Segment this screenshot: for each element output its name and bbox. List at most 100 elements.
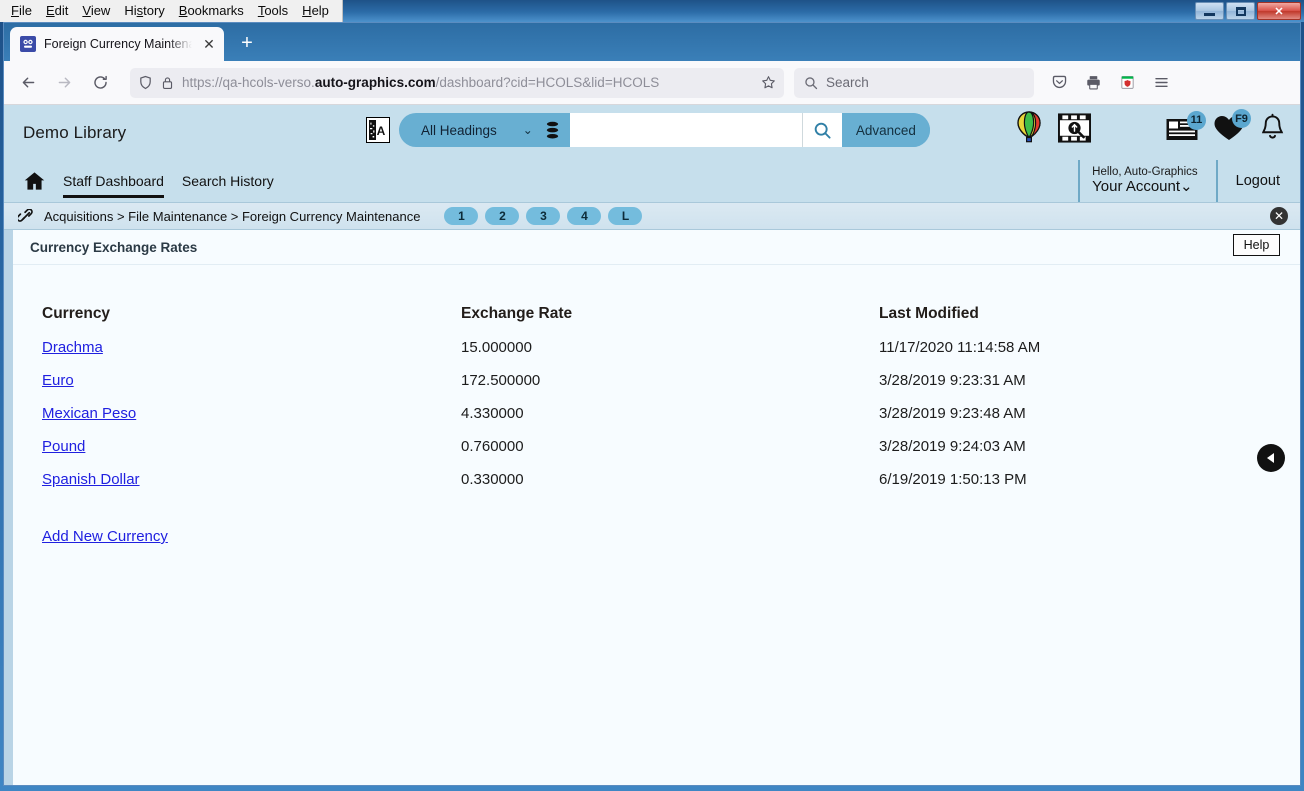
step-tab-3[interactable]: 3 [526,207,561,225]
step-tab-2[interactable]: 2 [485,207,520,225]
table-row: Drachma 15.000000 11/17/2020 11:14:58 AM [42,339,1040,372]
navigation-toolbar: https://qa-hcols-verso.auto-graphics.com… [4,61,1300,105]
breadcrumb-bar: Acquisitions > File Maintenance > Foreig… [4,202,1300,230]
currency-link[interactable]: Pound [42,438,85,455]
bookmark-star-icon[interactable] [761,75,776,90]
table-row: Euro 172.500000 3/28/2019 9:23:31 AM [42,372,1040,405]
image-search-icon[interactable] [1058,112,1091,144]
header-icon-group: 11 F9 [1014,109,1286,145]
search-submit-button[interactable] [801,113,842,147]
rates-table-wrapper: Currency Exchange Rate Last Modified Dra… [13,265,1300,546]
home-icon[interactable] [24,171,45,191]
forward-icon[interactable] [48,68,80,98]
toolbar-icons [1044,68,1176,98]
currency-link[interactable]: Euro [42,372,74,389]
my-lists-count-badge: 11 [1187,110,1206,130]
maximize-button[interactable] [1226,2,1255,20]
last-modified-value: 11/17/2020 11:14:58 AM [879,339,1041,356]
table-header-row: Currency Exchange Rate Last Modified [42,305,1040,339]
logout-button[interactable]: Logout [1215,160,1286,202]
help-button[interactable]: Help [1233,234,1280,256]
currency-link[interactable]: Mexican Peso [42,405,136,422]
menu-bookmarks[interactable]: Bookmarks [172,1,251,21]
menu-file[interactable]: File [4,1,39,21]
browser-search-box[interactable]: Search [794,67,1034,98]
window-controls: ✕ [1195,2,1301,20]
reload-icon[interactable] [84,68,116,98]
new-tab-button[interactable]: + [232,28,262,58]
menu-edit[interactable]: Edit [39,1,75,21]
page-title: Currency Exchange Rates [30,239,198,255]
currency-link[interactable]: Spanish Dollar [42,471,140,488]
url-text: https://qa-hcols-verso.auto-graphics.com… [182,75,660,90]
favorites-count-badge: F9 [1232,109,1251,128]
browser-tab[interactable]: Foreign Currency Maintenance ✕ [10,27,224,61]
balloon-icon[interactable] [1014,111,1044,145]
my-lists-icon[interactable]: 11 [1165,110,1206,142]
exchange-rate-value: 0.330000 [461,471,524,488]
table-row: Pound 0.760000 3/28/2019 9:24:03 AM [42,438,1040,471]
exchange-rate-value: 15.000000 [461,339,532,356]
search-shell: All Headings ⌄ Advanced [399,113,930,147]
chevron-down-icon: ⌄ [522,123,533,137]
currency-link[interactable]: Drachma [42,339,103,356]
account-zone: Hello, Auto-Graphics Your Account⌄ Logou… [1078,160,1286,202]
subnav-item-staff-dashboard[interactable]: Staff Dashboard [63,160,164,202]
tab-close-icon[interactable]: ✕ [200,35,218,53]
exchange-rate-value: 0.760000 [461,438,524,455]
tab-title: Foreign Currency Maintenance [44,37,192,51]
extension-icon[interactable] [1112,68,1142,98]
collapse-panel-button[interactable] [1257,444,1285,472]
add-new-currency-link[interactable]: Add New Currency [42,528,168,545]
breadcrumb-text: Acquisitions > File Maintenance > Foreig… [44,208,421,224]
os-window: File Edit View History Bookmarks Tools H… [0,0,1304,791]
menu-help[interactable]: Help [295,1,336,21]
search-scope-select[interactable]: All Headings ⌄ [399,113,543,147]
column-header-exchange-rate: Exchange Rate [461,305,573,322]
last-modified-value: 3/28/2019 9:24:03 AM [879,438,1026,455]
url-bar[interactable]: https://qa-hcols-verso.auto-graphics.com… [130,67,784,98]
menu-tools[interactable]: Tools [251,1,295,21]
panel-header: Currency Exchange Rates Help [13,230,1300,265]
minimize-button[interactable] [1195,2,1224,20]
browser-search-placeholder: Search [826,75,869,90]
menu-hamburger-icon[interactable] [1146,68,1176,98]
catalog-search-cluster: A All Headings ⌄ Advanced [366,113,930,147]
close-window-button[interactable]: ✕ [1257,2,1301,20]
search-icon [805,76,818,89]
pocket-icon[interactable] [1044,68,1074,98]
close-icon[interactable]: ✕ [1270,207,1288,225]
alternate-script-icon[interactable]: A [366,117,390,143]
sub-navigation: Staff Dashboard Search History Hello, Au… [4,160,1300,202]
exchange-rate-value: 4.330000 [461,405,524,422]
last-modified-value: 3/28/2019 9:23:48 AM [879,405,1026,422]
chevron-down-icon: ⌄ [1180,178,1193,196]
search-input[interactable] [569,113,802,147]
last-modified-value: 6/19/2019 1:50:13 PM [879,471,1027,488]
notifications-bell-icon[interactable] [1259,113,1286,143]
step-tabs: 1 2 3 4 L [444,207,643,225]
favorites-heart-icon[interactable]: F9 [1213,109,1251,142]
database-icon[interactable] [545,121,560,140]
column-header-currency: Currency [42,305,111,322]
subnav-item-search-history[interactable]: Search History [182,160,274,202]
tab-strip: Foreign Currency Maintenance ✕ + [4,23,1300,61]
exchange-rate-value: 172.500000 [461,372,541,389]
search-scope-label: All Headings [421,122,497,138]
step-tab-4[interactable]: 4 [567,207,602,225]
step-tab-1[interactable]: 1 [444,207,479,225]
menu-bar: File Edit View History Bookmarks Tools H… [0,0,343,22]
favicon-icon [20,36,36,52]
table-row: Mexican Peso 4.330000 3/28/2019 9:23:48 … [42,405,1040,438]
link-chain-icon[interactable] [18,208,35,224]
print-icon[interactable] [1078,68,1108,98]
menu-history[interactable]: History [117,1,171,21]
back-icon[interactable] [12,68,44,98]
table-row: Spanish Dollar 0.330000 6/19/2019 1:50:1… [42,471,1040,504]
advanced-search-button[interactable]: Advanced [841,113,930,147]
app-header: Demo Library A All Headings ⌄ Advanced 1… [4,105,1300,160]
account-menu[interactable]: Hello, Auto-Graphics Your Account⌄ [1078,160,1215,202]
menu-view[interactable]: View [75,1,117,21]
web-page: Demo Library A All Headings ⌄ Advanced 1… [4,105,1300,785]
step-tab-l[interactable]: L [608,207,643,225]
